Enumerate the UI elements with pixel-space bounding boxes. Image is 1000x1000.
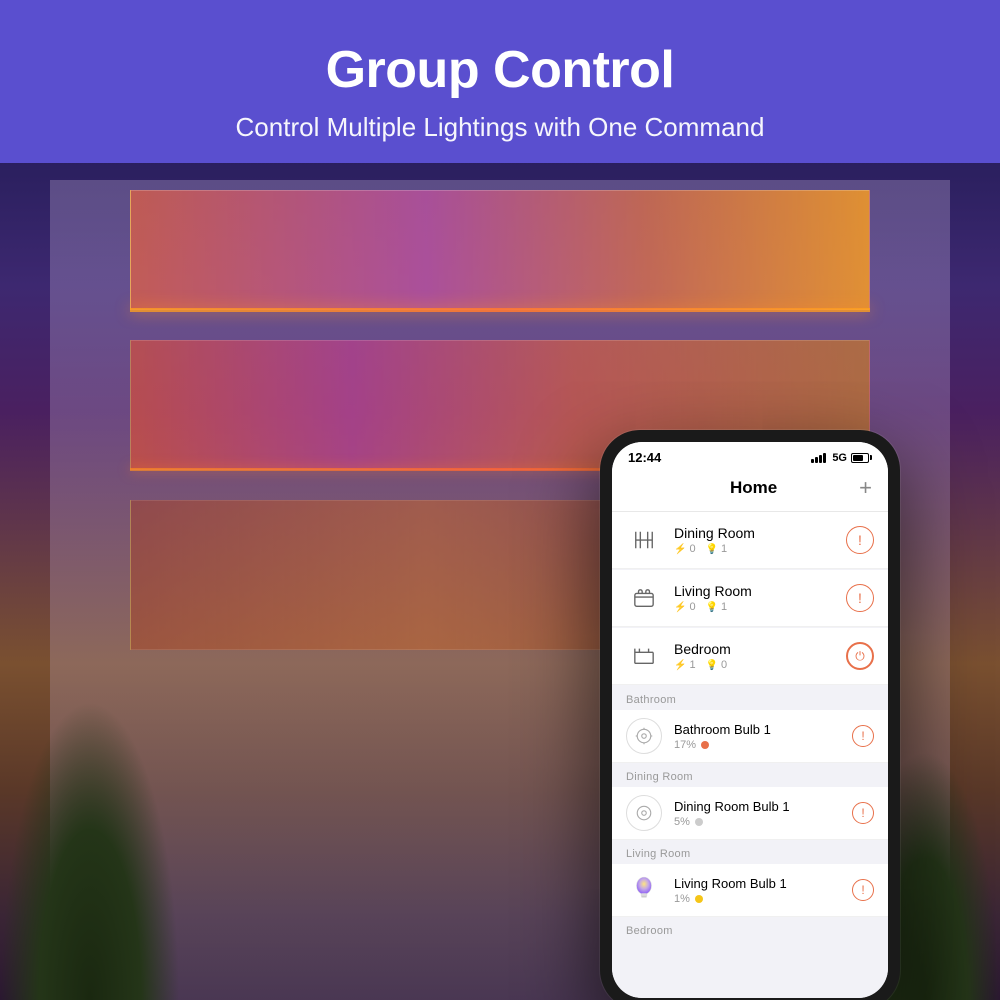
dining-bulb-name: Dining Room Bulb 1: [674, 799, 840, 814]
signal-bar-3: [819, 455, 822, 463]
bedroom-name: Bedroom: [674, 641, 834, 657]
dining-bulbs: 💡 1: [706, 543, 728, 555]
living-bulb-pct: 1%: [674, 893, 690, 905]
signal-bar-2: [815, 457, 818, 463]
bathroom-bulb-info: Bathroom Bulb 1 17%: [674, 722, 840, 751]
app-content[interactable]: Dining Room ⚡ 0 💡 1: [612, 512, 888, 998]
bathroom-bulb-name: Bathroom Bulb 1: [674, 722, 840, 737]
living-bulb-warning[interactable]: !: [852, 879, 874, 901]
section-header-bedroom: Bedroom: [612, 917, 888, 941]
battery-fill: [853, 455, 863, 461]
signal-bars-icon: [811, 453, 826, 463]
phone-mockup: 12:44 5G: [600, 430, 900, 1000]
living-bulbs: 💡 1: [706, 601, 728, 613]
phone-screen: 12:44 5G: [612, 442, 888, 998]
dining-room-name: Dining Room: [674, 525, 834, 541]
bathroom-bulb-meta: 17%: [674, 739, 840, 751]
dining-room-info: Dining Room ⚡ 0 💡 1: [674, 525, 834, 555]
nav-title: Home: [730, 478, 777, 498]
dining-room-meta: ⚡ 0 💡 1: [674, 543, 834, 555]
living-bulb-info: Living Room Bulb 1 1%: [674, 876, 840, 905]
signal-bar-4: [823, 453, 826, 463]
living-bulb-icon: [626, 872, 662, 908]
page-subtitle: Control Multiple Lightings with One Comm…: [20, 112, 980, 143]
battery-tip: [870, 455, 872, 460]
bedroom-plugs: ⚡ 1: [674, 659, 696, 671]
bedroom-icon: [626, 638, 662, 674]
page-title: Group Control: [20, 40, 980, 100]
dining-bulb-icon: [626, 795, 662, 831]
network-type: 5G: [832, 452, 847, 464]
room-item-living[interactable]: Living Room ⚡ 0 💡 1: [612, 570, 888, 627]
living-room-info: Living Room ⚡ 0 💡 1: [674, 583, 834, 613]
dining-bulb-info: Dining Room Bulb 1 5%: [674, 799, 840, 828]
living-room-icon: [626, 580, 662, 616]
accent-strip-top: [130, 308, 870, 312]
status-bar: 12:44 5G: [612, 442, 888, 469]
status-time: 12:44: [628, 450, 661, 465]
device-bathroom-bulb1[interactable]: Bathroom Bulb 1 17% !: [612, 710, 888, 763]
bathroom-bulb-warning[interactable]: !: [852, 725, 874, 747]
section-header-bathroom: Bathroom: [612, 686, 888, 710]
room-item-dining[interactable]: Dining Room ⚡ 0 💡 1: [612, 512, 888, 569]
section-header-dining: Dining Room: [612, 763, 888, 787]
status-icons: 5G: [811, 452, 872, 464]
battery-body: [851, 453, 869, 463]
living-bulb-meta: 1%: [674, 893, 840, 905]
dining-room-action[interactable]: !: [846, 526, 874, 554]
nav-bar: Home +: [612, 469, 888, 512]
dining-bulb-dot: [695, 818, 703, 826]
bathroom-bulb-icon: [626, 718, 662, 754]
living-room-name: Living Room: [674, 583, 834, 599]
page-wrapper: Group Control Control Multiple Lightings…: [0, 0, 1000, 1000]
living-room-meta: ⚡ 0 💡 1: [674, 601, 834, 613]
bathroom-bulb-pct: 17%: [674, 739, 696, 751]
section-header-living: Living Room: [612, 840, 888, 864]
trees-left: [0, 700, 180, 1000]
house-section: 12:44 5G: [0, 160, 1000, 1000]
battery-icon: [851, 453, 872, 463]
bathroom-bulb-dot: [701, 741, 709, 749]
room-item-bedroom[interactable]: Bedroom ⚡ 1 💡 0: [612, 628, 888, 685]
bedroom-action[interactable]: ⏻: [846, 642, 874, 670]
dining-room-icon: [626, 522, 662, 558]
dining-bulb-pct: 5%: [674, 816, 690, 828]
signal-bar-1: [811, 459, 814, 463]
top-section: Group Control Control Multiple Lightings…: [0, 0, 1000, 163]
dining-bulb-meta: 5%: [674, 816, 840, 828]
bedroom-bulbs: 💡 0: [706, 659, 728, 671]
living-room-action[interactable]: !: [846, 584, 874, 612]
add-button[interactable]: +: [859, 475, 872, 501]
dining-bulb-warning[interactable]: !: [852, 802, 874, 824]
living-bulb-dot: [695, 895, 703, 903]
living-plugs: ⚡ 0: [674, 601, 696, 613]
bedroom-meta: ⚡ 1 💡 0: [674, 659, 834, 671]
device-living-bulb1[interactable]: Living Room Bulb 1 1% !: [612, 864, 888, 917]
dining-plugs: ⚡ 0: [674, 543, 696, 555]
living-bulb-name: Living Room Bulb 1: [674, 876, 840, 891]
device-dining-bulb1[interactable]: Dining Room Bulb 1 5% !: [612, 787, 888, 840]
floor-top: [130, 190, 870, 310]
bedroom-info: Bedroom ⚡ 1 💡 0: [674, 641, 834, 671]
